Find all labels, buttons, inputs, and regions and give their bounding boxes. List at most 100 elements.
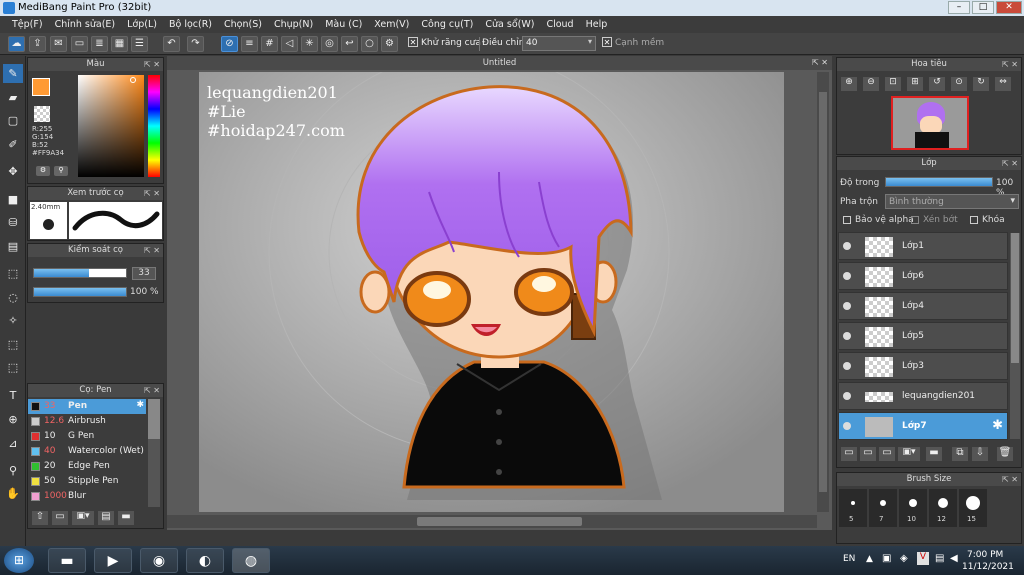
brush-item[interactable]: 10 G Pen xyxy=(28,429,146,444)
menu-filter[interactable]: Bộ lọc(R) xyxy=(163,19,218,30)
menu-select[interactable]: Chọn(S) xyxy=(218,19,268,30)
eyedropper-tool-icon[interactable]: ⚲ xyxy=(3,461,23,480)
protect-alpha-checkbox[interactable] xyxy=(843,216,851,224)
new-layer-1bit-icon[interactable]: ▭ xyxy=(879,447,895,461)
brush-list-scrollbar[interactable] xyxy=(148,399,160,507)
grid-document-icon[interactable]: ▦ xyxy=(111,36,128,52)
upload-icon[interactable]: ⇪ xyxy=(29,36,46,52)
menu-tools[interactable]: Công cụ(T) xyxy=(415,19,479,30)
brush-size-cell[interactable]: 5 xyxy=(839,489,867,527)
radial-snap-icon[interactable]: ✳ xyxy=(301,36,318,52)
layer-row[interactable]: Lớp5 xyxy=(838,322,1008,350)
eraser-tool-icon[interactable]: ▰ xyxy=(3,88,23,107)
tray-app-icon[interactable]: ▣ xyxy=(882,553,891,564)
brush-settings-icon[interactable]: ▤ xyxy=(98,511,114,525)
brush-size-value[interactable]: 33 xyxy=(132,267,156,280)
zoom-out-icon[interactable]: ⊖ xyxy=(863,77,879,91)
file-explorer-icon[interactable]: ▬ xyxy=(48,548,86,573)
actual-size-icon[interactable]: ⊞ xyxy=(907,77,923,91)
hue-slider[interactable] xyxy=(148,75,160,177)
scroll-thumb[interactable] xyxy=(1011,233,1019,363)
ellipse-snap-icon[interactable]: ○ xyxy=(361,36,378,52)
canvas-tab[interactable]: Untitled ⇱ ✕ xyxy=(167,56,832,70)
layer-row[interactable]: Lớp3 xyxy=(838,352,1008,380)
clock-time[interactable]: 7:00 PM xyxy=(967,550,1003,560)
layer-row-selected[interactable]: Lớp7 ✱ xyxy=(838,412,1008,440)
undo-icon[interactable]: ↶ xyxy=(163,36,180,52)
media-player-icon[interactable]: ▶ xyxy=(94,548,132,573)
eye-icon[interactable] xyxy=(843,272,851,280)
eye-icon[interactable] xyxy=(843,302,851,310)
brush-size-cell[interactable]: 12 xyxy=(929,489,957,527)
page-icon[interactable]: ▭ xyxy=(71,36,88,52)
eye-icon[interactable] xyxy=(843,242,851,250)
delete-layer-icon[interactable]: 🗑 xyxy=(997,447,1013,461)
add-brush-icon[interactable]: ⇧ xyxy=(32,511,48,525)
fit-icon[interactable]: ⊡ xyxy=(885,77,901,91)
menu-view[interactable]: Xem(V) xyxy=(368,19,415,30)
bucket-tool-icon[interactable]: ⛁ xyxy=(3,213,23,232)
cloud-icon[interactable]: ☁ xyxy=(8,36,25,52)
new-brush-icon[interactable]: ▭ xyxy=(52,511,68,525)
brush-opacity-slider[interactable] xyxy=(33,287,127,297)
navigator-thumbnail[interactable] xyxy=(891,96,969,150)
saturation-value-picker[interactable] xyxy=(78,75,144,177)
brush-item[interactable]: 1000 Blur xyxy=(28,489,146,504)
circle-snap-icon[interactable]: ◎ xyxy=(321,36,338,52)
layer-folder-icon[interactable]: ▬ xyxy=(926,447,942,461)
scroll-thumb[interactable] xyxy=(148,399,160,439)
rect-select-tool-icon[interactable]: ▢ xyxy=(3,111,23,130)
minimize-button[interactable]: – xyxy=(948,1,970,14)
select-pen-tool-icon[interactable]: ⬚ xyxy=(3,335,23,354)
brush-item[interactable]: 33 Pen ✱ xyxy=(28,399,146,414)
move-tool-icon[interactable]: ✥ xyxy=(3,162,23,181)
brush-size-cell[interactable]: 10 xyxy=(899,489,927,527)
new-layer-8bit-icon[interactable]: ▭ xyxy=(860,447,876,461)
horizontal-scrollbar[interactable] xyxy=(167,515,817,528)
vertical-scrollbar[interactable] xyxy=(817,72,829,512)
language-indicator[interactable]: EN xyxy=(843,554,855,564)
layer-row[interactable]: Lớp6 xyxy=(838,262,1008,290)
tray-app-icon[interactable]: ◈ xyxy=(900,553,908,564)
layer-opacity-slider[interactable] xyxy=(885,177,993,187)
rotate-right-icon[interactable]: ↻ xyxy=(973,77,989,91)
popout-icon[interactable]: ⇱ ✕ xyxy=(144,244,160,257)
tray-app-icon[interactable]: V xyxy=(917,552,929,565)
scroll-thumb[interactable] xyxy=(819,92,827,492)
popout-icon[interactable]: ⇱ ✕ xyxy=(144,187,160,200)
antialias-checkbox[interactable]: ✕ xyxy=(408,37,418,47)
network-icon[interactable]: ▤ xyxy=(935,553,944,564)
gradient-tool-icon[interactable]: ▤ xyxy=(3,237,23,256)
eye-icon[interactable] xyxy=(843,392,851,400)
menu-layer[interactable]: Lớp(L) xyxy=(121,19,163,30)
hand-tool-icon[interactable]: ✋ xyxy=(3,484,23,503)
text-tool-icon[interactable]: T xyxy=(3,386,23,405)
maximize-button[interactable]: □ xyxy=(972,1,994,14)
popout-icon[interactable]: ⇱ ✕ xyxy=(1002,157,1018,170)
brush-menu-icon[interactable]: ▣▾ xyxy=(72,511,94,525)
brush-size-cell[interactable]: 15 xyxy=(959,489,987,527)
lasso-tool-icon[interactable]: ◌ xyxy=(3,288,23,307)
reset-rotation-icon[interactable]: ⊙ xyxy=(951,77,967,91)
magic-wand-tool-icon[interactable]: ✧ xyxy=(3,311,23,330)
merge-layer-icon[interactable]: ⇩ xyxy=(972,447,988,461)
pen-tool-icon[interactable]: ✐ xyxy=(3,135,23,154)
new-layer-icon[interactable]: ▭ xyxy=(841,447,857,461)
lock-checkbox[interactable] xyxy=(970,216,978,224)
popout-icon[interactable]: ⇱ ✕ xyxy=(144,384,160,397)
select-tool-icon[interactable]: ⬚ xyxy=(3,264,23,283)
select-eraser-tool-icon[interactable]: ⬚ xyxy=(3,358,23,377)
popout-icon[interactable]: ⇱ ✕ xyxy=(144,58,160,71)
comment-icon[interactable]: ✉ xyxy=(50,36,67,52)
clock-date[interactable]: 11/12/2021 xyxy=(962,562,1014,572)
curve-snap-icon[interactable]: ↩ xyxy=(341,36,358,52)
layer-row[interactable]: Lớp4 xyxy=(838,292,1008,320)
tray-chevron-icon[interactable]: ▲ xyxy=(866,554,873,564)
brush-item[interactable]: 50 Stipple Pen xyxy=(28,474,146,489)
smooth-checkbox[interactable]: ✕ xyxy=(602,37,612,47)
menu-edit[interactable]: Chỉnh sửa(E) xyxy=(49,19,122,30)
menu-file[interactable]: Tệp(F) xyxy=(6,19,49,30)
chrome-icon[interactable]: ◉ xyxy=(140,548,178,573)
flip-icon[interactable]: ⇔ xyxy=(995,77,1011,91)
menu-window[interactable]: Cửa sổ(W) xyxy=(479,19,540,30)
